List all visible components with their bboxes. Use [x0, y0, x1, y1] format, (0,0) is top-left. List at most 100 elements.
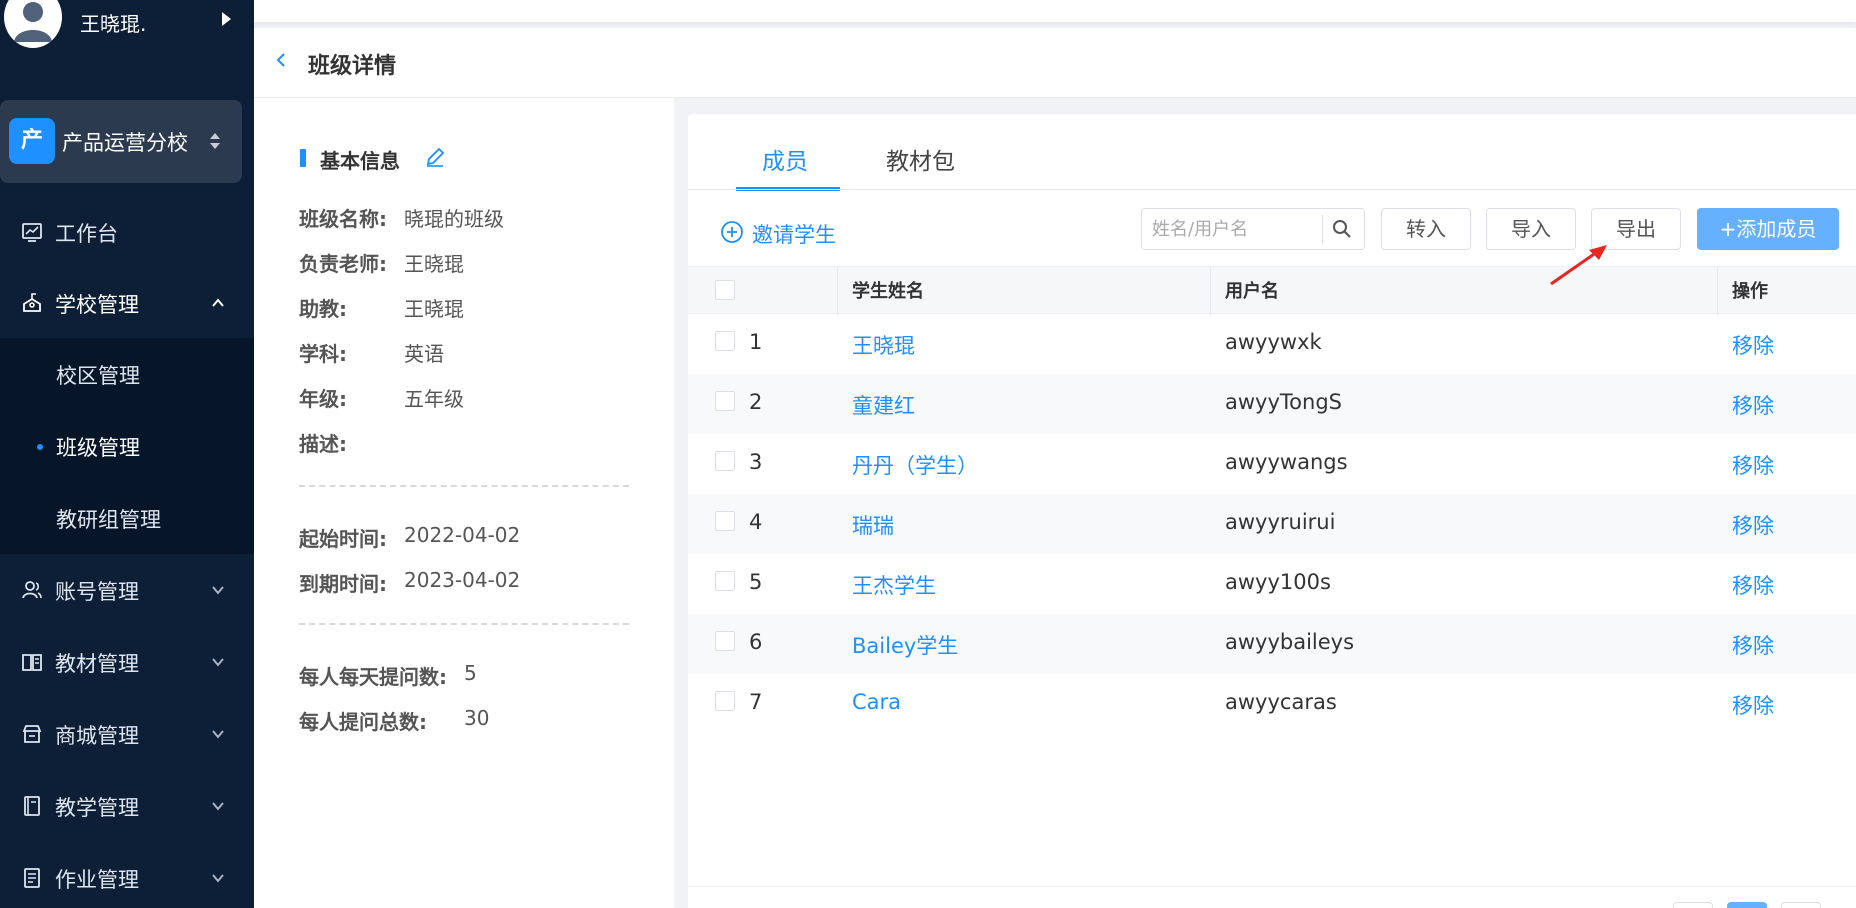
nav-homework-management[interactable]: 作业管理	[0, 842, 254, 908]
school-logo: 产	[9, 118, 55, 164]
row-checkbox[interactable]	[715, 331, 735, 351]
nav-school-management[interactable]: 学校管理	[0, 267, 254, 339]
username-cell: awyyruirui	[1225, 510, 1336, 534]
daily-questions-label: 每人每天提问数:	[299, 665, 447, 689]
chevron-down-icon	[212, 802, 224, 811]
import-button[interactable]: 导入	[1486, 208, 1576, 250]
remove-link[interactable]: 移除	[1732, 330, 1774, 360]
grade-label: 年级:	[299, 387, 347, 411]
row-checkbox[interactable]	[715, 571, 735, 591]
remove-link[interactable]: 移除	[1732, 450, 1774, 480]
row-index: 4	[749, 510, 763, 534]
nav-mall-management[interactable]: 商城管理	[0, 698, 254, 770]
row-checkbox[interactable]	[715, 631, 735, 651]
table-row: 6 Bailey学生 awyybaileys 移除	[688, 614, 1856, 674]
nav-homework-management-label: 作业管理	[55, 868, 139, 892]
users-icon	[22, 581, 42, 599]
nav-class-management[interactable]: 班级管理	[0, 410, 254, 482]
nav-textbook-management-label: 教材管理	[55, 652, 139, 676]
nav-textbook-management[interactable]: 教材管理	[0, 626, 254, 698]
row-index: 5	[749, 570, 763, 594]
tab-materials[interactable]: 教材包	[886, 142, 955, 176]
student-name-link[interactable]: 童建红	[852, 390, 915, 420]
caret-right-icon[interactable]	[222, 12, 231, 26]
remove-link[interactable]: 移除	[1732, 630, 1774, 660]
pagination-next-button[interactable]	[1781, 902, 1821, 908]
row-index: 2	[749, 390, 763, 414]
student-name-link[interactable]: 瑞瑞	[852, 510, 894, 540]
total-questions-label: 每人提问总数:	[299, 710, 427, 734]
assistant-value: 王晓琨	[404, 297, 464, 321]
username-cell: awyywxk	[1225, 330, 1322, 354]
table-header: 学生姓名 用户名 操作	[688, 266, 1856, 315]
row-checkbox[interactable]	[715, 691, 735, 711]
table-row: 5 王杰学生 awyy100s 移除	[688, 554, 1856, 614]
nav-campus-management[interactable]: 校区管理	[0, 338, 254, 410]
pagination-prev-button[interactable]	[1673, 902, 1713, 908]
column-header-username: 用户名	[1225, 281, 1279, 302]
book-icon	[22, 654, 42, 671]
student-name-link[interactable]: 丹丹（学生）	[852, 450, 978, 480]
transfer-in-button[interactable]: 转入	[1381, 208, 1471, 250]
edit-icon[interactable]	[424, 146, 446, 168]
assistant-label: 助教:	[299, 297, 347, 321]
nav-research-group-management[interactable]: 教研组管理	[0, 482, 254, 554]
notebook-icon	[24, 796, 40, 816]
school-selector[interactable]: 产 产品运营分校	[0, 100, 242, 183]
end-time-label: 到期时间:	[299, 572, 387, 596]
school-name: 产品运营分校	[62, 131, 188, 155]
start-time-label: 起始时间:	[299, 527, 387, 551]
student-name-link[interactable]: Cara	[852, 690, 901, 714]
teacher-label: 负责老师:	[299, 252, 387, 276]
remove-link[interactable]: 移除	[1732, 570, 1774, 600]
username-cell: awyybaileys	[1225, 630, 1355, 654]
remove-link[interactable]: 移除	[1732, 690, 1774, 720]
search-icon[interactable]	[1332, 219, 1352, 239]
row-checkbox[interactable]	[715, 511, 735, 531]
daily-questions-value: 5	[464, 661, 477, 685]
page-title: 班级详情	[308, 54, 397, 79]
nav-account-management[interactable]: 账号管理	[0, 554, 254, 626]
chevron-down-icon	[212, 874, 224, 883]
remove-link[interactable]: 移除	[1732, 510, 1774, 540]
column-divider	[837, 267, 838, 315]
search-input[interactable]	[1152, 215, 1312, 243]
plus-circle-icon	[721, 221, 743, 243]
chevron-down-icon	[212, 586, 224, 595]
sort-arrows-icon	[210, 133, 220, 149]
row-index: 1	[749, 330, 763, 354]
student-name-link[interactable]: 王晓琨	[852, 330, 915, 360]
top-bar	[254, 0, 1856, 22]
username-cell: awyy100s	[1225, 570, 1331, 594]
student-name-link[interactable]: Bailey学生	[852, 630, 958, 660]
column-header-action: 操作	[1732, 281, 1768, 302]
active-dot	[37, 444, 43, 450]
member-search	[1141, 208, 1365, 250]
export-button[interactable]: 导出	[1591, 208, 1681, 250]
row-index: 3	[749, 450, 763, 474]
select-all-checkbox[interactable]	[715, 280, 735, 300]
chevron-up-icon	[212, 298, 224, 307]
avatar[interactable]	[4, 0, 62, 48]
row-checkbox[interactable]	[715, 451, 735, 471]
add-member-button[interactable]: +添加成员	[1697, 208, 1839, 250]
username-cell: awyycaras	[1225, 690, 1337, 714]
back-arrow-icon[interactable]	[274, 50, 288, 70]
student-name-link[interactable]: 王杰学生	[852, 570, 936, 600]
table-row: 1 王晓琨 awyywxk 移除	[688, 314, 1856, 374]
nav-workbench[interactable]: 工作台	[0, 196, 254, 268]
row-index: 7	[749, 690, 763, 714]
nav-research-group-management-label: 教研组管理	[56, 508, 161, 532]
section-marker	[300, 149, 306, 167]
pagination-current-page[interactable]	[1727, 902, 1767, 908]
column-divider	[1210, 267, 1211, 315]
chevron-down-icon	[212, 730, 224, 739]
nav-teaching-management[interactable]: 教学管理	[0, 770, 254, 842]
user-menu[interactable]: 王晓琨.	[0, 0, 254, 48]
dashboard-icon	[22, 223, 42, 242]
table-row: 4 瑞瑞 awyyruirui 移除	[688, 494, 1856, 554]
remove-link[interactable]: 移除	[1732, 390, 1774, 420]
table-footer-divider	[688, 886, 1856, 887]
row-checkbox[interactable]	[715, 391, 735, 411]
tab-members[interactable]: 成员	[762, 142, 808, 176]
